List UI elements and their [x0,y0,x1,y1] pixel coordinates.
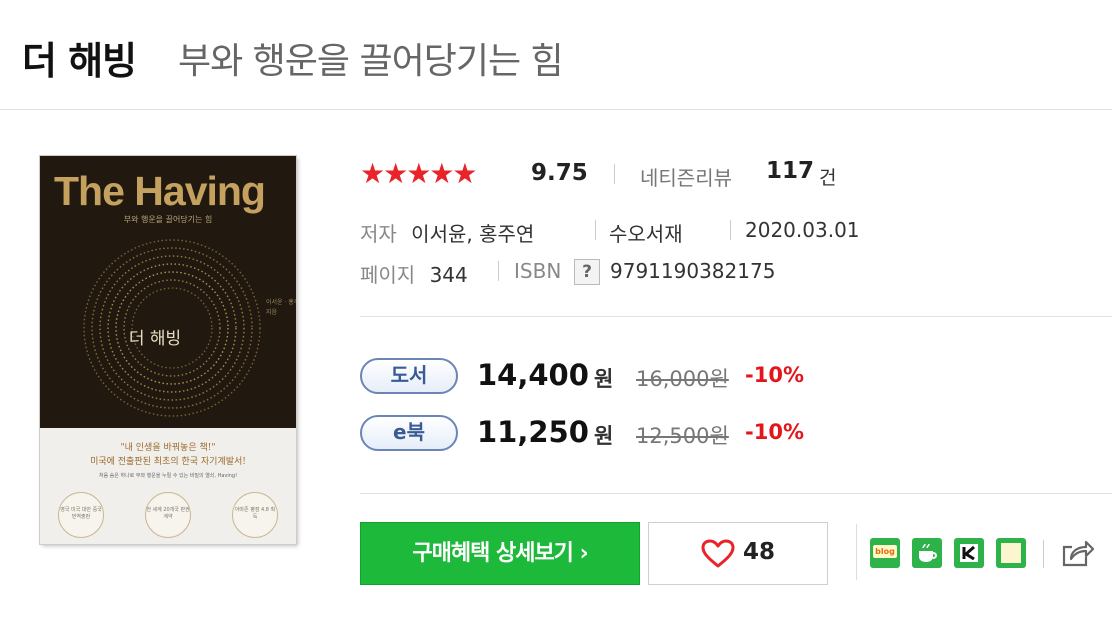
cover-badge: 전 세계 20개국 판권 계약 [145,492,191,538]
rating-score: 9.75 [531,160,588,186]
cover-tagline: 부와 행운을 끌어당기는 힘 [123,215,213,224]
cover-badge: 아마존 평점 4.8 획득 [232,492,278,538]
pages-value: 344 [429,263,468,287]
memo-icon[interactable] [996,538,1026,568]
like-button[interactable]: 48 [648,522,828,585]
price-unit: 원 [594,424,614,448]
price-ebook: 11,250 [477,415,589,449]
cover-bottom-band: "내 인생을 바꿔놓은 책!" 미국에 전출판된 최초의 한국 자기계발서! 처… [40,428,296,544]
cover-authors: 이서윤 · 홍주연 지음 [266,299,296,316]
cover-quote: 처음 숨은 하나로 부와 행운을 누릴 수 있는 비밀의 열쇠, Having! [98,473,238,479]
price-type-ebook[interactable]: e북 [360,415,458,451]
cover-title-kr: 더 해빙 [128,329,182,349]
heart-icon [701,539,735,568]
publisher[interactable]: 수오서재 [609,218,683,247]
divider [614,164,615,184]
story-k-icon [960,544,978,562]
cover-badge: 영국 미국 대만 중국 번역출판 [58,492,104,538]
pages-label: 페이지 [360,263,416,287]
original-price-ebook: 12,500원 [636,424,729,448]
discount-ebook: -10% [745,420,804,444]
price-unit: 원 [594,367,614,391]
cafe-icon[interactable] [912,538,942,568]
review-unit: 건 [819,167,837,189]
memo-paper [1001,543,1021,563]
book-cover[interactable]: The Having 부와 행운을 끌어당기는 힘 더 해빙 이서윤 · 홍주연… [40,156,296,544]
review-count[interactable]: 117 [766,158,814,184]
book-title: 더 해빙 [22,39,137,83]
cover-quote: "내 인생을 바꿔놓은 책!" [120,443,216,453]
divider [595,220,596,240]
book-subtitle: 부와 행운을 끌어당기는 힘 [178,41,564,82]
publish-date: 2020.03.01 [745,218,860,242]
author-names[interactable]: 이서윤, 홍주연 [411,222,534,246]
divider [498,261,499,281]
author-row: 저자 이서윤, 홍주연 [360,218,534,247]
divider [1043,540,1044,568]
original-price-book: 16,000원 [636,367,729,391]
isbn-help-icon[interactable]: ? [574,259,600,285]
cafe-cup-icon [919,543,937,562]
divider [730,220,731,240]
price-type-book[interactable]: 도서 [360,358,458,394]
discount-book: -10% [745,363,804,387]
author-label: 저자 [360,222,397,246]
cover-quote: 미국에 전출판된 최초의 한국 자기계발서! [90,457,246,467]
like-count: 48 [743,539,776,565]
cover-title-en: The Having [54,168,266,214]
rating-stars: ★★★★★ [360,157,478,190]
isbn-value: 9791190382175 [610,259,776,283]
blog-icon-label: blog [873,545,897,558]
isbn-label: ISBN [514,259,562,283]
divider [360,316,1112,317]
review-label[interactable]: 네티즌리뷰 [640,162,732,191]
purchase-benefits-button[interactable]: 구매혜택 상세보기 › [360,522,640,585]
blog-icon[interactable]: blog [870,538,900,568]
pages-row: 페이지 344 [360,259,468,288]
divider [360,493,1112,494]
divider [856,524,857,580]
price-book: 14,400 [477,358,589,392]
title-bar: 더 해빙 부와 행운을 끌어당기는 힘 [0,0,1112,110]
kakaostory-icon[interactable] [954,538,984,568]
share-icon[interactable] [1060,537,1096,569]
cover-badges: 영국 미국 대만 중국 번역출판 전 세계 20개국 판권 계약 아마존 평점 … [58,492,278,538]
